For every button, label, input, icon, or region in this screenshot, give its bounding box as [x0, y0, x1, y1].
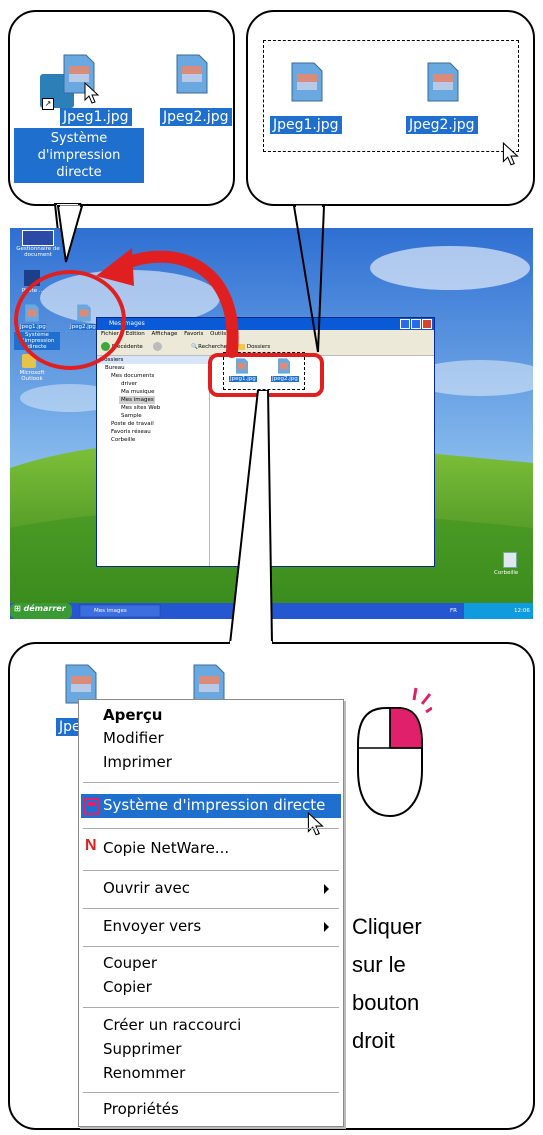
context-menu: Aperçu Modifier Imprimer Système d'impre…: [78, 699, 344, 1127]
instruction-line: Cliquer: [352, 914, 422, 939]
menu-separator: [83, 1092, 339, 1093]
instruction-line: sur le: [352, 952, 406, 977]
menu-item-rename[interactable]: Renommer: [103, 1064, 185, 1082]
jpeg-file-icon[interactable]: [64, 664, 98, 704]
menu-item-edit[interactable]: Modifier: [103, 729, 164, 747]
right-click-mouse-icon: [357, 687, 432, 818]
menu-separator: [83, 782, 339, 783]
direct-print-icon: [84, 798, 99, 815]
netware-icon: N: [85, 837, 97, 854]
menu-separator: [83, 946, 339, 947]
tail-join-mask: [230, 641, 272, 645]
menu-item-preview[interactable]: Aperçu: [103, 706, 163, 724]
menu-item-delete[interactable]: Supprimer: [103, 1040, 181, 1058]
menu-item-properties[interactable]: Propriétés: [103, 1100, 179, 1118]
menu-item-copy[interactable]: Copier: [103, 978, 152, 996]
mouse-pointer-icon: [307, 812, 324, 836]
menu-item-print[interactable]: Imprimer: [103, 753, 172, 771]
instruction-text: Cliquer sur le bouton droit: [352, 908, 422, 1060]
instruction-line: bouton: [352, 990, 420, 1015]
menu-separator: [83, 908, 339, 909]
submenu-arrow-icon: [324, 922, 329, 932]
menu-separator: [83, 828, 339, 829]
menu-separator: [83, 870, 339, 871]
menu-item-direct-print-label: Système d'impression directe: [103, 796, 326, 814]
menu-item-open-with[interactable]: Ouvrir avec: [103, 879, 190, 897]
menu-item-netware[interactable]: Copie NetWare...: [103, 839, 229, 857]
menu-item-cut[interactable]: Couper: [103, 954, 157, 972]
menu-separator: [83, 1007, 339, 1008]
submenu-arrow-icon: [324, 884, 329, 894]
menu-item-create-shortcut[interactable]: Créer un raccourci: [103, 1016, 241, 1034]
instruction-line: droit: [352, 1028, 395, 1053]
jpeg-file-icon[interactable]: [192, 664, 226, 704]
menu-item-send-to[interactable]: Envoyer vers: [103, 917, 201, 935]
